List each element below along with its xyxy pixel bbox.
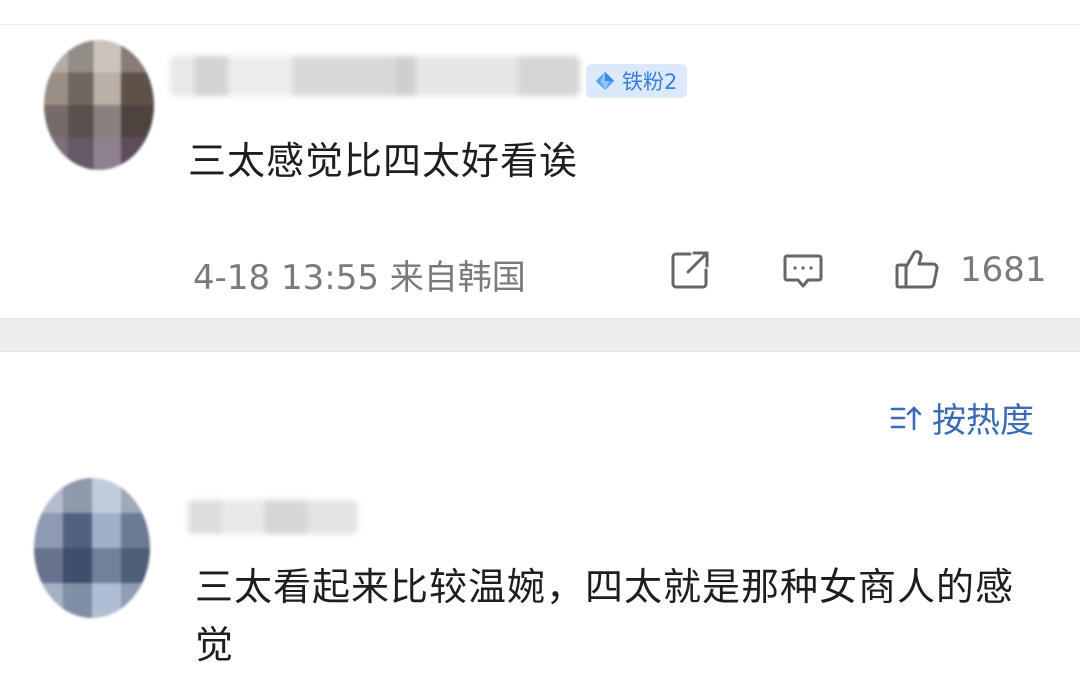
comment-icon[interactable] (781, 248, 825, 292)
comment-text: 三太看起来比较温婉，四太就是那种女商人的感觉 (195, 565, 1015, 667)
avatar[interactable] (34, 478, 150, 618)
comment-text: 三太感觉比四太好看诶 (188, 139, 579, 183)
fan-badge[interactable]: 铁粉2 (586, 64, 688, 98)
username-blurred[interactable] (170, 56, 580, 96)
diamond-icon (595, 71, 615, 91)
section-divider (0, 318, 1080, 352)
sort-by-hot-button[interactable]: 按热度 (890, 393, 1034, 442)
badge-label: 铁粉2 (622, 70, 678, 94)
share-icon[interactable] (668, 248, 712, 292)
thumbs-up-icon[interactable] (893, 245, 941, 293)
sort-label: 按热度 (932, 401, 1034, 441)
top-divider (0, 24, 1080, 25)
like-count: 1681 (960, 250, 1047, 290)
comment-meta: 4-18 13:55 来自韩国 (193, 258, 526, 298)
avatar[interactable] (44, 40, 154, 170)
sort-icon (890, 405, 922, 430)
username-blurred[interactable] (188, 500, 358, 534)
